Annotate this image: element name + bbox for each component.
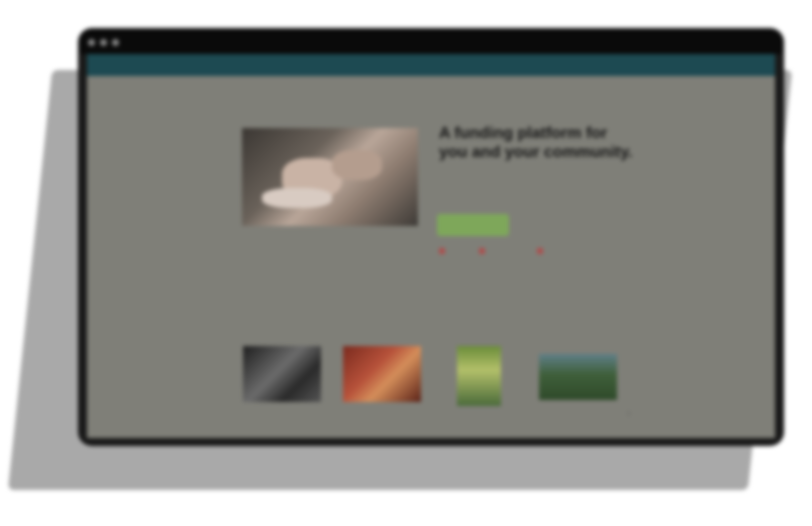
hands-shape — [262, 188, 332, 208]
browser-window: A funding platform for you and your comm… — [80, 30, 782, 444]
social-share-1[interactable] — [439, 248, 448, 255]
project-card[interactable] — [343, 346, 423, 408]
window-titlebar[interactable] — [80, 30, 782, 54]
web-page: A funding platform for you and your comm… — [87, 54, 775, 438]
social-share-3[interactable] — [537, 248, 546, 255]
heart-icon — [439, 248, 445, 254]
chevron-right-icon[interactable]: › — [627, 408, 630, 419]
heart-icon — [537, 248, 543, 254]
heart-icon — [479, 248, 485, 254]
minimize-window-icon[interactable] — [100, 39, 107, 46]
project-image — [243, 346, 321, 402]
project-card[interactable] — [441, 346, 521, 412]
maximize-window-icon[interactable] — [112, 39, 119, 46]
site-navbar — [87, 54, 775, 76]
start-project-button[interactable] — [437, 214, 509, 236]
hero-image — [242, 128, 418, 226]
project-image — [343, 346, 421, 402]
project-card[interactable] — [539, 346, 619, 406]
close-window-icon[interactable] — [88, 39, 95, 46]
project-card[interactable] — [243, 346, 323, 408]
hero-title: A funding platform for you and your comm… — [439, 125, 633, 161]
social-share-2[interactable] — [479, 248, 488, 255]
screenshot-stage: A funding platform for you and your comm… — [0, 0, 812, 526]
project-poster — [457, 346, 501, 406]
project-image — [539, 354, 617, 400]
hands-shape — [332, 150, 382, 180]
